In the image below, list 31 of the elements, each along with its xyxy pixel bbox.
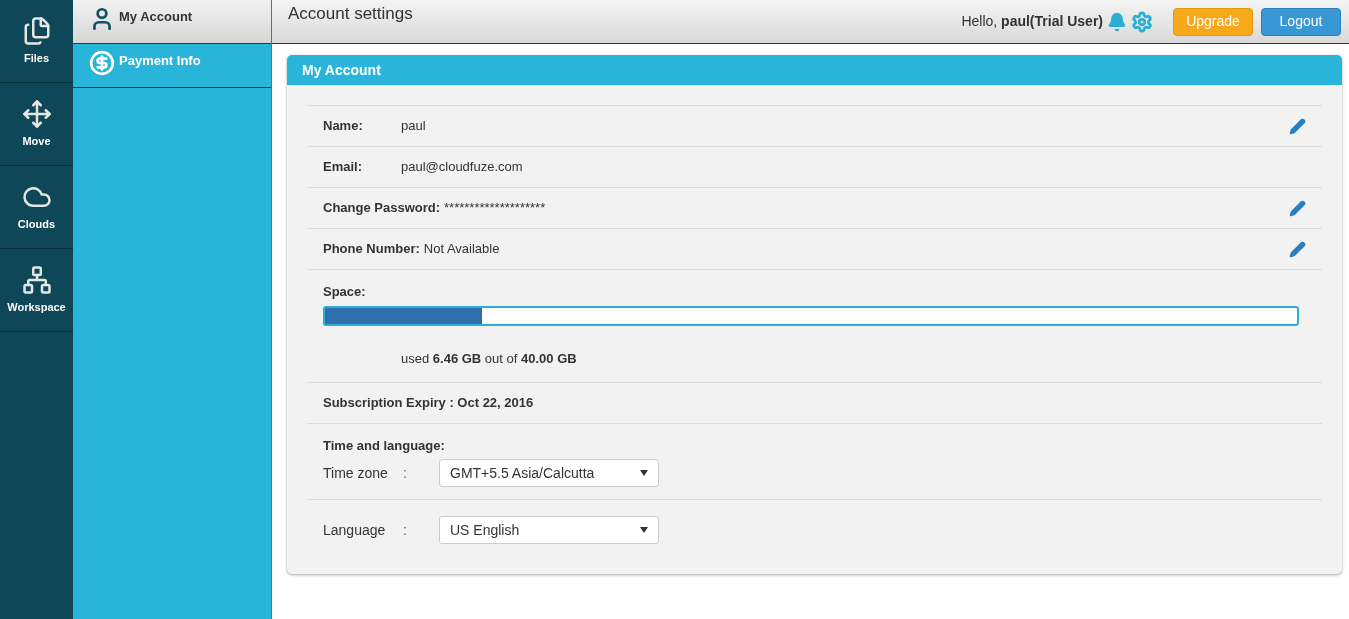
page-title: Account settings <box>288 2 413 25</box>
subscription-expiry: Subscription Expiry : Oct 22, 2016 <box>323 393 534 412</box>
greeting-text: Hello, paul(Trial User) <box>961 12 1103 31</box>
dropdown-select[interactable]: GMT+5.5 Asia/Calcutta <box>439 459 659 487</box>
edit-icon[interactable] <box>1289 199 1306 217</box>
select-label: Time zone <box>323 463 389 483</box>
field-label: Name: <box>323 117 364 136</box>
caret-icon <box>640 527 648 533</box>
four-arrows-icon <box>21 98 52 129</box>
label-separator: : <box>403 463 408 483</box>
dollar-circle-icon <box>89 50 115 76</box>
field-value: Not Available <box>423 240 500 259</box>
settings-icon[interactable] <box>1131 10 1153 33</box>
caret-icon <box>640 470 648 476</box>
edit-icon[interactable] <box>1289 240 1306 258</box>
edit-icon[interactable] <box>1289 117 1306 135</box>
field-value: ******************** <box>444 199 546 218</box>
field-value: paul@cloudfuze.com <box>401 158 523 177</box>
storage-usage-text: used 6.46 GB out of 40.00 GB <box>401 350 577 366</box>
card-title: My Account <box>302 60 381 80</box>
bell-icon[interactable] <box>1107 11 1127 32</box>
dropdown-select[interactable]: US English <box>439 516 659 544</box>
section-heading: Time and language: <box>323 436 446 455</box>
select-label: Language <box>323 520 387 540</box>
submenu-item[interactable]: My Account <box>73 0 271 44</box>
field-label: Change Password: <box>323 199 441 218</box>
field-value: paul <box>401 117 426 136</box>
field-label: Email: <box>323 158 363 177</box>
field-label: Space: <box>323 283 367 301</box>
label-separator: : <box>403 520 408 540</box>
field-label: Phone Number: <box>323 240 420 259</box>
